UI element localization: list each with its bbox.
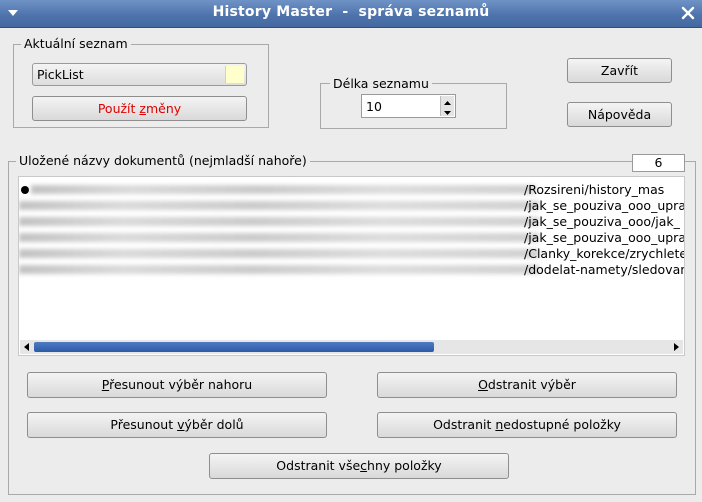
remove-all-button[interactable]: Odstranit všechny položky <box>209 453 509 479</box>
blurred-path <box>19 265 539 274</box>
list-item-text: /jak_se_pouziva_ooo/jak_ <box>524 214 680 229</box>
move-selection-up-button[interactable]: Přesunout výběr nahoru <box>27 372 327 398</box>
scrollbar-thumb[interactable] <box>34 342 435 352</box>
saved-documents-list[interactable]: /Rozsireni/history_mas /jak_se_pouziva_o… <box>18 176 685 356</box>
remove-unavailable-button[interactable]: Odstranit nedostupné položky <box>377 412 677 438</box>
list-length-value: 10 <box>366 99 382 114</box>
list-item[interactable]: /jak_se_pouziva_ooo/jak_ <box>19 213 684 230</box>
list-item[interactable]: /jak_se_pouziva_ooo_upra <box>19 197 684 214</box>
list-item[interactable]: /jak_se_pouziva_ooo_upra <box>19 229 684 246</box>
list-length-spinner[interactable]: 10 <box>361 94 456 118</box>
move-selection-down-button[interactable]: Přesunout výběr dolů <box>27 412 327 438</box>
saved-documents-label: Uložené názvy dokumentů (nejmladší nahoř… <box>16 153 310 168</box>
list-item[interactable]: /Clanky_korekce/zrychlete <box>19 245 684 262</box>
blurred-path <box>31 185 536 194</box>
list-length-label: Délka seznamu <box>330 76 432 91</box>
window-title: History Master - správa seznamů <box>212 4 490 20</box>
saved-count: 6 <box>632 154 685 172</box>
scroll-left-icon[interactable] <box>20 340 34 354</box>
list-item-text: /Clanky_korekce/zrychlete <box>524 246 685 261</box>
current-list-value: PickList <box>37 67 84 82</box>
remove-selection-button[interactable]: Odstranit výběr <box>377 372 677 398</box>
help-button-label: Nápověda <box>587 107 652 122</box>
remove-unavailable-label: Odstranit nedostupné položky <box>433 417 621 432</box>
help-button[interactable]: Nápověda <box>567 102 672 127</box>
close-button-label: Zavřít <box>600 63 639 78</box>
current-list-label: Aktuální seznam <box>21 36 131 51</box>
spin-down-button[interactable] <box>440 106 454 116</box>
remove-selection-label: Odstranit výběr <box>478 377 576 392</box>
apply-changes-button[interactable]: Použít změny <box>32 96 247 121</box>
move-selection-up-label: Přesunout výběr nahoru <box>101 377 253 392</box>
scroll-right-icon[interactable] <box>669 340 683 354</box>
arrow-down-icon <box>444 111 451 115</box>
list-item-text: /jak_se_pouziva_ooo_upra <box>524 230 685 245</box>
remove-all-label: Odstranit všechny položky <box>276 458 442 473</box>
title-bar: History Master - správa seznamů <box>0 0 702 28</box>
spin-up-button[interactable] <box>440 96 454 106</box>
list-item-text: /Rozsireni/history_mas <box>524 182 665 197</box>
list-item[interactable]: /Rozsireni/history_mas <box>19 181 684 198</box>
list-item-text: /dodelat-namety/sledovan <box>524 262 685 277</box>
blurred-path <box>19 233 539 242</box>
scrollbar-track[interactable] <box>34 340 669 354</box>
list-item-text: /jak_se_pouziva_ooo_upra <box>524 198 685 213</box>
close-window-icon[interactable] <box>680 5 696 21</box>
close-button[interactable]: Zavřít <box>567 58 672 83</box>
blurred-path <box>19 201 539 210</box>
dropdown-swatch <box>225 66 244 83</box>
selected-bullet-icon <box>21 186 29 194</box>
blurred-path <box>19 217 539 226</box>
blurred-path <box>19 249 539 258</box>
horizontal-scrollbar[interactable] <box>20 340 683 354</box>
apply-changes-label: Použít změny <box>97 101 182 116</box>
move-selection-down-label: Přesunout výběr dolů <box>110 417 244 432</box>
current-list-dropdown[interactable]: PickList <box>32 63 247 86</box>
list-item[interactable]: /dodelat-namety/sledovan <box>19 261 684 278</box>
